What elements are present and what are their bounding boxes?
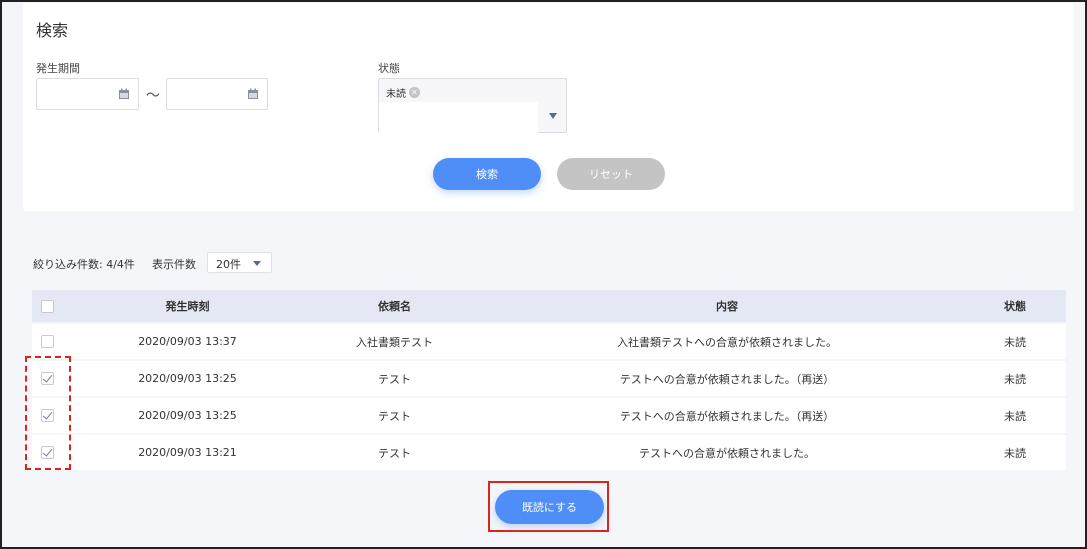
search-button[interactable]: 検索	[433, 158, 541, 190]
page-size-select[interactable]: 20件	[207, 252, 272, 273]
checkbox-highlight	[25, 356, 71, 470]
end-date-input[interactable]	[166, 78, 268, 110]
filter-count: 絞り込み件数: 4/4件	[33, 258, 135, 271]
reset-button[interactable]: リセット	[557, 158, 665, 190]
row-state: 未読	[1004, 409, 1026, 423]
calendar-icon[interactable]	[118, 88, 130, 100]
row-body: テストへの合意が依頼されました。	[639, 446, 815, 460]
calendar-icon[interactable]	[247, 88, 259, 100]
page-size-value: 20件	[216, 258, 241, 271]
status-select-input[interactable]	[379, 102, 538, 133]
mark-read-button[interactable]: 既読にする	[495, 490, 604, 524]
chevron-down-icon[interactable]	[253, 261, 261, 266]
search-title: 検索	[36, 21, 69, 40]
row-time: 2020/09/03 13:25	[138, 372, 237, 385]
row-state: 未読	[1004, 335, 1026, 349]
row-body: テストへの合意が依頼されました。（再送）	[619, 372, 835, 386]
header-checkbox-cell	[32, 290, 62, 322]
row-body: テストへの合意が依頼されました。（再送）	[619, 409, 835, 423]
table-row[interactable]: 2020/09/03 13:21 テスト テストへの合意が依頼されました。 未読	[32, 435, 1066, 470]
header-state[interactable]: 状態	[982, 290, 1048, 322]
remove-tag-icon[interactable]: ✕	[409, 87, 420, 98]
select-all-checkbox[interactable]	[40, 299, 54, 313]
row-body: 入社書類テストへの合意が依頼されました。	[617, 335, 837, 349]
row-state: 未読	[1004, 446, 1026, 460]
row-state: 未読	[1004, 372, 1026, 386]
status-select[interactable]: 未読 ✕	[378, 78, 567, 133]
row-time: 2020/09/03 13:25	[138, 409, 237, 422]
status-label: 状態	[378, 62, 400, 75]
table-header: 発生時刻 依頼名 内容 状態	[32, 290, 1066, 322]
row-checkbox-cell	[32, 324, 62, 359]
row-checkbox[interactable]	[40, 335, 54, 348]
table-row[interactable]: 2020/09/03 13:25 テスト テストへの合意が依頼されました。（再送…	[32, 361, 1066, 396]
start-date-input[interactable]	[36, 78, 139, 110]
status-tag: 未読 ✕	[386, 85, 420, 100]
status-tag-label: 未読	[386, 89, 406, 100]
row-time: 2020/09/03 13:37	[138, 335, 237, 348]
row-time: 2020/09/03 13:21	[138, 446, 237, 459]
chevron-down-icon[interactable]	[549, 113, 557, 119]
table-row[interactable]: 2020/09/03 13:37 入社書類テスト 入社書類テストへの合意が依頼さ…	[32, 324, 1066, 359]
notification-table: 発生時刻 依頼名 内容 状態 2020/09/03 13:37 入社書類テスト …	[32, 290, 1066, 470]
period-label: 発生期間	[36, 62, 80, 75]
search-panel: 検索 発生期間 ～ 状態 未読 ✕ 検索 リセット	[23, 3, 1074, 211]
table-row[interactable]: 2020/09/03 13:25 テスト テストへの合意が依頼されました。（再送…	[32, 398, 1066, 433]
page-size-label: 表示件数	[152, 258, 196, 271]
header-time[interactable]: 発生時刻	[90, 290, 285, 322]
header-body[interactable]: 内容	[412, 290, 1042, 322]
range-tilde: ～	[146, 88, 160, 104]
